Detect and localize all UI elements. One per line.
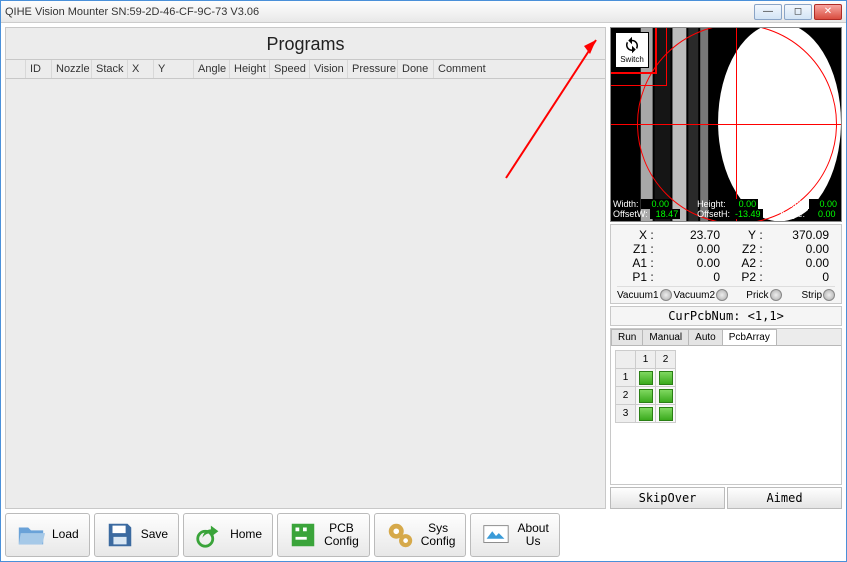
prick-led[interactable] [770,289,782,301]
strip-led[interactable] [823,289,835,301]
window-title: QIHE Vision Mounter SN:59-2D-46-CF-9C-73… [5,6,259,18]
tab-manual[interactable]: Manual [642,329,689,345]
pcb-config-button[interactable]: PCB Config [277,513,370,557]
save-button[interactable]: Save [94,513,179,557]
tab-panel: Run Manual Auto PcbArray 12 1 2 3 [610,328,842,485]
programs-title: Programs [6,28,605,59]
vision-preview: Switch Width: 0.00 OffsetW: 18.47 Height… [610,27,842,222]
home-arrow-icon [194,520,224,550]
programs-panel: Programs ID Nozzle Stack X Y Angle Heigh… [5,27,606,509]
about-button[interactable]: About Us [470,513,559,557]
sys-config-button[interactable]: Sys Config [374,513,467,557]
programs-grid[interactable] [6,79,605,508]
load-button[interactable]: Load [5,513,90,557]
tab-auto[interactable]: Auto [688,329,723,345]
vacuum1-led[interactable] [660,289,672,301]
home-button[interactable]: Home [183,513,273,557]
pcb-icon [288,520,318,550]
refresh-icon [622,36,642,54]
close-button[interactable]: ✕ [814,4,842,20]
pcb-array-table[interactable]: 12 1 2 3 [615,350,676,423]
skipover-button[interactable]: SkipOver [610,487,725,509]
cur-pcb-num: CurPcbNum: <1,1> [610,306,842,326]
save-icon [105,520,135,550]
vacuum2-led[interactable] [716,289,728,301]
tab-pcbarray[interactable]: PcbArray [722,329,777,345]
folder-open-icon [16,520,46,550]
vision-info: Width: 0.00 OffsetW: 18.47 Height: 0.00 … [613,199,839,219]
coordinates-panel: X:23.70 Y:370.09 Z1:0.00 Z2:0.00 A1:0.00… [610,224,842,304]
switch-button[interactable]: Switch [615,32,649,68]
minimize-button[interactable]: — [754,4,782,20]
toolbar: Load Save Home PCB Config Sys Config Abo… [5,511,842,557]
tab-run[interactable]: Run [611,329,643,345]
programs-header: ID Nozzle Stack X Y Angle Height Speed V… [6,59,605,79]
aimed-button[interactable]: Aimed [727,487,842,509]
pcbarray-body: 12 1 2 3 [611,345,841,484]
maximize-button[interactable]: ◻ [784,4,812,20]
titlebar: QIHE Vision Mounter SN:59-2D-46-CF-9C-73… [1,1,846,23]
about-icon [481,520,511,550]
gear-icon [385,520,415,550]
